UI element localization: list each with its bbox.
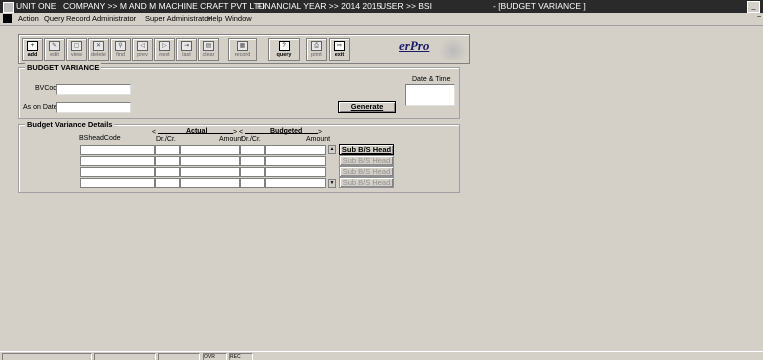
find-button[interactable]: ⚲ find bbox=[110, 38, 131, 61]
actual-amount-cell[interactable] bbox=[180, 145, 240, 155]
actual-arrow-right: > bbox=[233, 129, 238, 136]
budgeted-amount-cell[interactable] bbox=[265, 156, 326, 166]
sub-bs-head-button[interactable]: Sub B/S Head bbox=[339, 177, 394, 188]
record-button[interactable]: ▦ record bbox=[228, 38, 257, 61]
budgeted-drcr-cell[interactable] bbox=[240, 178, 265, 188]
bv-code-input[interactable] bbox=[56, 84, 131, 95]
view-icon: ▢ bbox=[71, 41, 82, 51]
budgeted-arrow-left: < bbox=[239, 129, 244, 136]
unit-name: UNIT ONE bbox=[16, 1, 57, 11]
menu-action[interactable]: Action bbox=[18, 14, 39, 23]
as-on-date-input[interactable] bbox=[56, 102, 131, 113]
menu-help[interactable]: Help bbox=[207, 14, 222, 23]
as-on-date-label: As on Date bbox=[23, 104, 58, 111]
budgeted-amount-cell[interactable] bbox=[265, 167, 326, 177]
view-button[interactable]: ▢ view bbox=[66, 38, 87, 61]
date-time-label: Date & Time bbox=[412, 76, 451, 83]
record-icon: ▦ bbox=[237, 41, 248, 51]
next-icon: ▷ bbox=[159, 41, 170, 51]
actual-drcr-cell[interactable] bbox=[155, 167, 180, 177]
generate-button[interactable]: Generate bbox=[338, 101, 396, 113]
actual-divider bbox=[158, 133, 233, 134]
prev-icon: ◁ bbox=[137, 41, 148, 51]
actual-drcr-cell[interactable] bbox=[155, 145, 180, 155]
brand-logo: erPro bbox=[399, 38, 430, 53]
add-button[interactable]: + add bbox=[22, 38, 43, 61]
query-icon: ? bbox=[278, 41, 290, 51]
budgeted-drcr-cell[interactable] bbox=[240, 167, 265, 177]
query-button[interactable]: ? query bbox=[268, 38, 300, 61]
budgeted-divider bbox=[245, 133, 318, 134]
clear-icon: ▤ bbox=[203, 41, 214, 51]
col-budgeted-amount-header: Amount bbox=[306, 136, 331, 143]
next-button[interactable]: ▷ next bbox=[154, 38, 175, 61]
actual-arrow-left: < bbox=[152, 129, 157, 136]
budgeted-arrow-right: > bbox=[318, 129, 323, 136]
bshead-cell[interactable] bbox=[80, 156, 155, 166]
app-icon[interactable] bbox=[3, 2, 14, 13]
menu-window[interactable]: Window bbox=[225, 14, 252, 23]
actual-amount-cell[interactable] bbox=[180, 178, 240, 188]
delete-icon: ✕ bbox=[93, 41, 104, 51]
date-time-display bbox=[405, 84, 455, 106]
find-icon: ⚲ bbox=[115, 41, 126, 51]
form-title: BUDGET VARIANCE bbox=[25, 63, 102, 72]
budgeted-amount-cell[interactable] bbox=[265, 178, 326, 188]
details-panel: Budget Variance Details BSheadCode < Act… bbox=[18, 120, 460, 193]
rec-indicator: REC bbox=[229, 353, 253, 360]
clear-button[interactable]: ▤ clear bbox=[198, 38, 219, 61]
edit-icon: ✎ bbox=[49, 41, 60, 51]
bshead-cell[interactable] bbox=[80, 167, 155, 177]
print-icon: ⎙ bbox=[311, 41, 322, 51]
minimize-button[interactable]: _ bbox=[747, 1, 760, 13]
col-budgeted-drcr-header: Dr./Cr. bbox=[241, 136, 261, 143]
print-button[interactable]: ⎙ print bbox=[306, 38, 327, 61]
actual-drcr-cell[interactable] bbox=[155, 178, 180, 188]
financial-year: FINANCIAL YEAR >> 2014 2015 bbox=[257, 1, 382, 11]
details-title: Budget Variance Details bbox=[25, 120, 115, 129]
add-icon: + bbox=[27, 41, 38, 51]
menu-record[interactable]: Record bbox=[66, 14, 90, 23]
last-button[interactable]: ⇥ last bbox=[176, 38, 197, 61]
menu-super-administrator[interactable]: Super Administrator bbox=[145, 14, 211, 23]
bshead-cell[interactable] bbox=[80, 178, 155, 188]
status-pane bbox=[94, 353, 156, 360]
actual-amount-cell[interactable] bbox=[180, 156, 240, 166]
edit-button[interactable]: ✎ edit bbox=[44, 38, 65, 61]
sub-bs-head-button[interactable]: Sub B/S Head bbox=[339, 166, 394, 177]
exit-icon: ⇨ bbox=[334, 41, 345, 51]
menu-bar: Action Query Record Administrator Super … bbox=[0, 13, 763, 26]
budgeted-drcr-cell[interactable] bbox=[240, 156, 265, 166]
prev-button[interactable]: ◁ prev bbox=[132, 38, 153, 61]
menu-query[interactable]: Query bbox=[44, 14, 64, 23]
title-bar: UNIT ONE COMPANY >> M AND M MACHINE CRAF… bbox=[0, 0, 763, 13]
brand-swoosh-icon bbox=[439, 37, 467, 60]
delete-button[interactable]: ✕ delete bbox=[88, 38, 109, 61]
budgeted-amount-cell[interactable] bbox=[265, 145, 326, 155]
actual-drcr-cell[interactable] bbox=[155, 156, 180, 166]
sub-bs-head-button[interactable]: Sub B/S Head bbox=[339, 155, 394, 166]
actual-amount-cell[interactable] bbox=[180, 167, 240, 177]
col-actual-drcr-header: Dr./Cr. bbox=[156, 136, 176, 143]
scroll-down-button[interactable]: ▼ bbox=[328, 179, 336, 188]
budget-variance-panel: BUDGET VARIANCE BVCode As on Date Date &… bbox=[18, 63, 460, 119]
budgeted-drcr-cell[interactable] bbox=[240, 145, 265, 155]
sub-bs-head-button[interactable]: Sub B/S Head bbox=[339, 144, 394, 155]
bshead-cell[interactable] bbox=[80, 145, 155, 155]
close-icon[interactable]: – bbox=[757, 13, 761, 20]
current-user: USER >> BSI bbox=[380, 1, 432, 11]
col-bshead-header: BSheadCode bbox=[79, 135, 121, 142]
last-icon: ⇥ bbox=[181, 41, 192, 51]
status-pane bbox=[158, 353, 200, 360]
status-pane bbox=[2, 353, 92, 360]
toolbar: + add ✎ edit ▢ view ✕ delete ⚲ find ◁ prev ▷ ne… bbox=[18, 34, 470, 64]
scroll-up-button[interactable]: ▲ bbox=[328, 145, 336, 154]
col-actual-amount-header: Amount bbox=[219, 136, 244, 143]
document-icon[interactable] bbox=[3, 14, 12, 23]
exit-button[interactable]: ⇨ exit bbox=[329, 38, 350, 61]
company-name: COMPANY >> M AND M MACHINE CRAFT PVT LTD bbox=[63, 1, 265, 11]
menu-administrator[interactable]: Administrator bbox=[92, 14, 136, 23]
window-title: - [BUDGET VARIANCE ] bbox=[493, 1, 586, 11]
ovr-indicator: OVR bbox=[203, 353, 227, 360]
